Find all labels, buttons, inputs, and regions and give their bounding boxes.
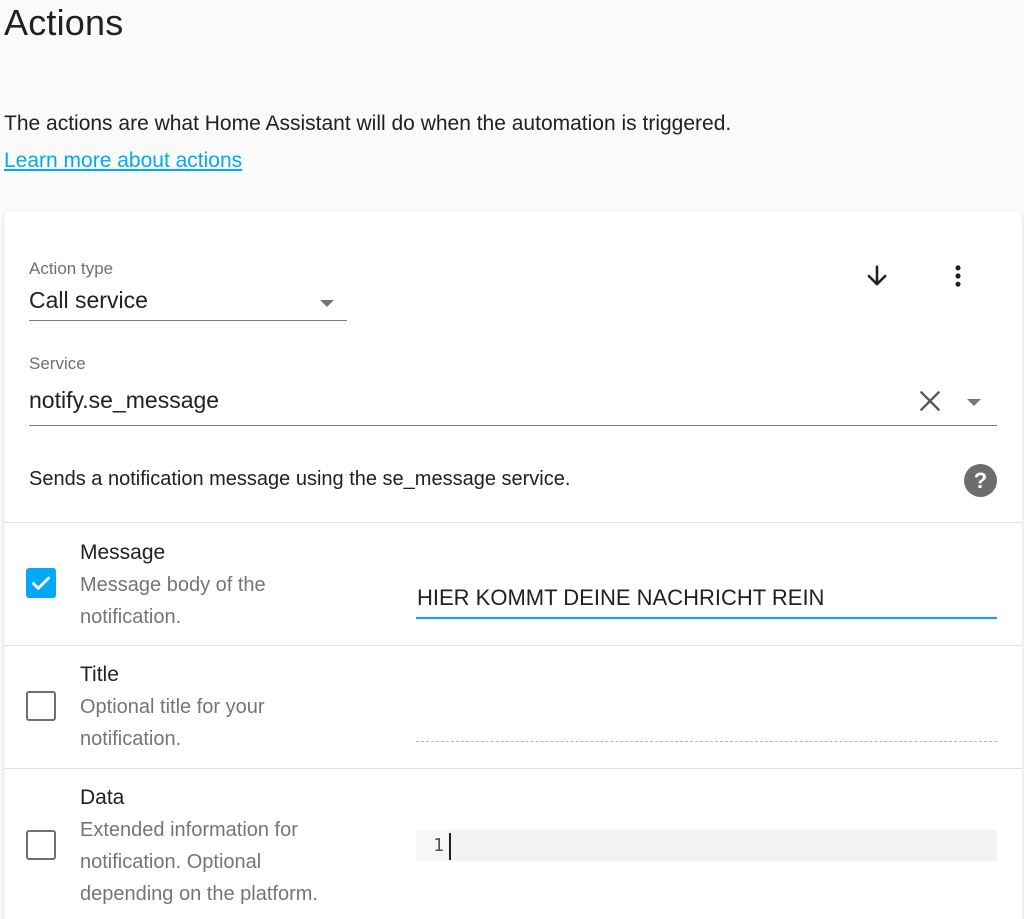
service-description: Sends a notification message using the s… (29, 468, 571, 490)
service-underline (29, 425, 997, 426)
page-intro: The actions are what Home Assistant will… (4, 112, 732, 135)
title-checkbox[interactable] (26, 691, 56, 721)
page-title: Actions (4, 2, 124, 43)
service-label: Service (29, 354, 86, 373)
message-checkbox[interactable] (26, 568, 56, 598)
action-type-underline (29, 320, 347, 321)
message-param-description: Message body of the notification. (80, 574, 266, 628)
action-card: Action type Call service Service notify.… (4, 211, 1022, 919)
learn-more-link[interactable]: Learn more about actions (4, 149, 242, 173)
text-cursor (449, 833, 451, 860)
check-icon (32, 576, 50, 590)
title-param-name: Title (80, 663, 119, 686)
line-number: 1 (416, 830, 448, 861)
divider (4, 645, 1022, 646)
data-param-name: Data (80, 786, 125, 809)
action-type-label: Action type (29, 259, 114, 278)
arrow-down-icon[interactable] (857, 256, 897, 296)
chevron-down-icon[interactable] (967, 399, 981, 406)
divider (4, 768, 1022, 769)
data-param-description: Extended information for notification. O… (80, 819, 318, 905)
data-checkbox[interactable] (26, 830, 56, 860)
data-code-editor[interactable]: 1 (416, 830, 997, 861)
message-param-name: Message (80, 541, 166, 564)
action-type-select[interactable]: Call service (29, 287, 148, 314)
title-param-description: Optional title for your notification. (80, 696, 265, 750)
service-input[interactable]: notify.se_message (29, 387, 219, 414)
chevron-down-icon[interactable] (320, 300, 334, 307)
help-circle-icon[interactable]: ? (964, 464, 997, 497)
title-input[interactable] (416, 741, 997, 742)
message-input[interactable]: HIER KOMMT DEINE NACHRICHT REIN (417, 585, 824, 611)
more-vertical-icon[interactable] (938, 256, 978, 296)
message-input-underline (416, 617, 997, 619)
close-icon[interactable] (910, 381, 950, 421)
divider (4, 522, 1022, 523)
